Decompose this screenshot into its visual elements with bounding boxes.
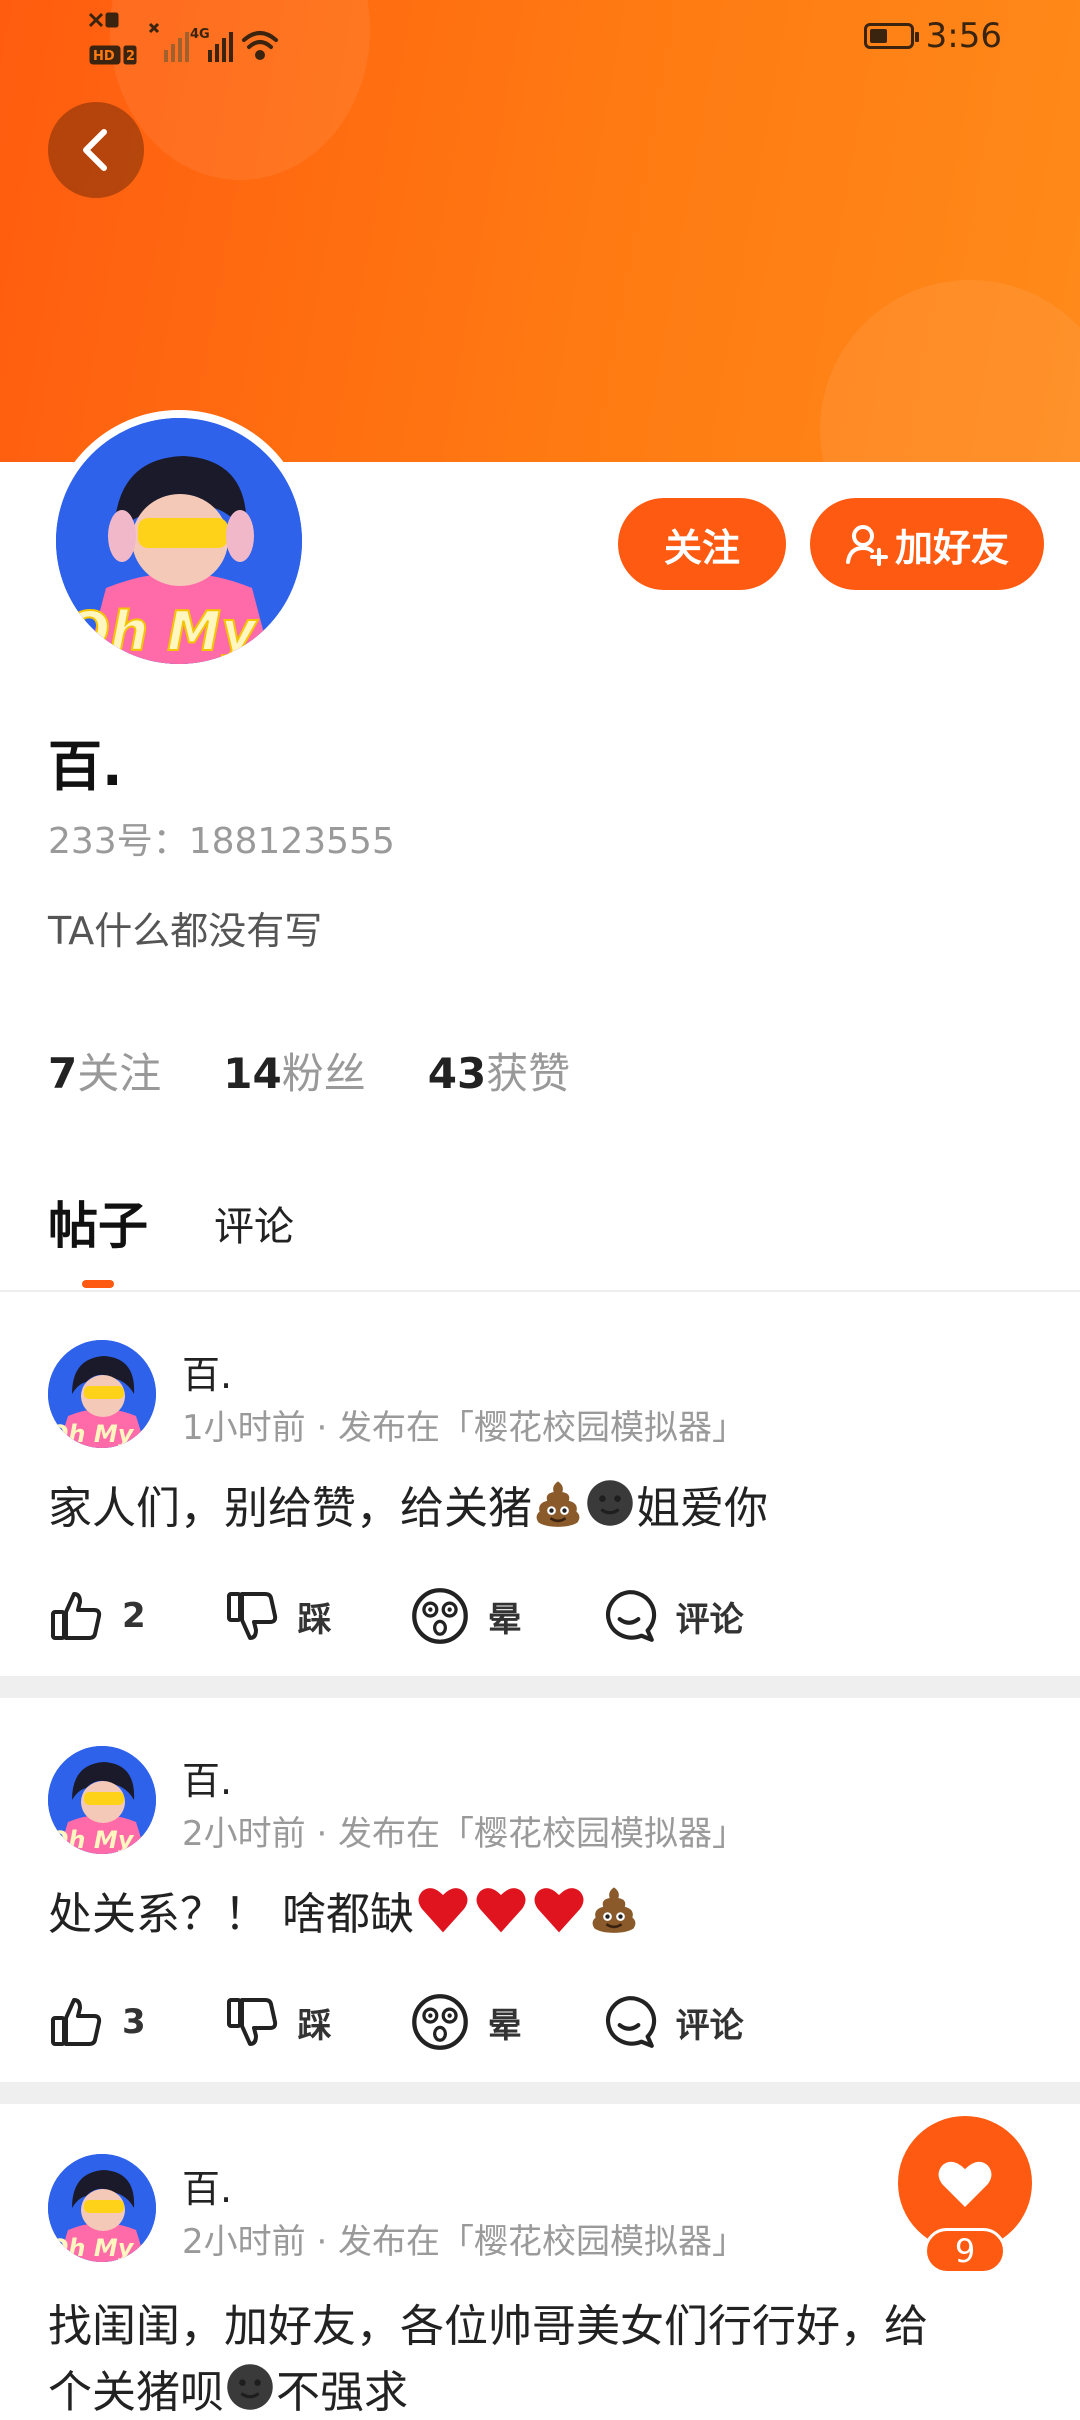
thumbs-down-icon bbox=[224, 1994, 280, 2050]
post-text: 家人们，别给赞，给关猪 bbox=[48, 1483, 532, 1534]
post-meta: 2小时前 · 发布在「樱花校园模拟器」 bbox=[182, 2222, 747, 2262]
post-text: 处关系？！ 啥都缺 bbox=[48, 1889, 414, 1940]
active-tab-indicator bbox=[82, 1280, 114, 1288]
stat-following[interactable]: 7关注 bbox=[48, 1040, 161, 1101]
floating-like-count: 9 bbox=[924, 2228, 1006, 2274]
thumbs-down-icon bbox=[224, 1588, 280, 1644]
like-button[interactable]: 3 bbox=[48, 1994, 146, 2050]
svg-text:Oh My: Oh My bbox=[64, 600, 259, 663]
dislike-label: 踩 bbox=[297, 1599, 332, 1640]
stat-label: 获赞 bbox=[486, 1049, 571, 1098]
post-card[interactable]: 百. 2小时前 · 发布在「樱花校园模拟器」 处关系？！ 啥都缺 3 踩 晕 评… bbox=[0, 1698, 1080, 2078]
comment-bubble-icon bbox=[600, 1587, 658, 1645]
wifi-icon bbox=[242, 31, 278, 60]
stat-number: 43 bbox=[427, 1049, 487, 1098]
avatar-image: Oh My bbox=[56, 418, 302, 664]
user-id: 233号：188123555 bbox=[48, 821, 395, 862]
signal-weak-icon bbox=[148, 22, 189, 62]
chevron-left-icon bbox=[83, 129, 107, 171]
post-content-line: 个关猪呗 不强求 bbox=[48, 2356, 408, 2420]
tab-posts[interactable]: 帖子 bbox=[48, 1186, 148, 1258]
post-author-avatar[interactable] bbox=[48, 2154, 156, 2262]
add-friend-button-label: 加好友 bbox=[894, 525, 1009, 570]
post-text: 不强求 bbox=[276, 2367, 408, 2418]
status-icons-right: 3:56 bbox=[863, 16, 1002, 56]
battery-fill bbox=[869, 29, 887, 43]
add-friend-button[interactable]: 加好友 bbox=[810, 498, 1044, 590]
dislike-button[interactable]: 踩 bbox=[224, 1994, 332, 2050]
post-content-line: 找闺闺，加好友，各位帅哥美女们行行好，给 bbox=[48, 2301, 928, 2352]
new-moon-face-emoji-icon bbox=[584, 1477, 636, 1529]
stat-label: 关注 bbox=[77, 1049, 162, 1098]
stat-likes[interactable]: 43获赞 bbox=[428, 1040, 570, 1101]
dizzy-label: 晕 bbox=[487, 1599, 522, 1640]
comment-button[interactable]: 评论 bbox=[600, 1587, 744, 1645]
profile-bio: TA什么都没有写 bbox=[48, 909, 323, 953]
tab-comments[interactable]: 评论 bbox=[214, 1194, 294, 1252]
post-actions: 2 踩 晕 评论 bbox=[48, 1586, 822, 1646]
post-meta: 2小时前 · 发布在「樱花校园模拟器」 bbox=[182, 1814, 747, 1854]
follow-button-label: 关注 bbox=[663, 525, 740, 570]
stat-number: 14 bbox=[223, 1049, 282, 1098]
post-text: 个关猪呗 bbox=[48, 2367, 224, 2418]
profile-avatar[interactable]: Oh My bbox=[48, 410, 310, 672]
post-separator bbox=[0, 1676, 1080, 1698]
add-user-icon bbox=[845, 525, 888, 566]
post-meta: 1小时前 · 发布在「樱花校园模拟器」 bbox=[182, 1408, 747, 1448]
svg-text:4G: 4G bbox=[190, 27, 210, 42]
poop-emoji-icon bbox=[532, 1477, 584, 1529]
thumbs-up-icon bbox=[48, 1588, 104, 1644]
post-text: 姐爱你 bbox=[636, 1483, 768, 1534]
status-icons-left: HD 2 4G bbox=[86, 10, 326, 70]
poop-emoji-icon bbox=[588, 1883, 640, 1935]
comment-bubble-icon bbox=[600, 1993, 658, 2051]
post-author-avatar[interactable] bbox=[48, 1746, 156, 1854]
battery-icon bbox=[863, 23, 919, 49]
clock: 3:56 bbox=[925, 16, 1002, 56]
dizzy-button[interactable]: 晕 bbox=[410, 1586, 522, 1646]
like-count: 2 bbox=[122, 1596, 146, 1636]
profile-name: 百. bbox=[48, 735, 123, 798]
comment-label: 评论 bbox=[675, 2005, 744, 2046]
follow-button[interactable]: 关注 bbox=[618, 498, 786, 590]
profile-stats: 7关注 14粉丝 43获赞 bbox=[48, 1040, 570, 1101]
thumbs-up-icon bbox=[48, 1994, 104, 2050]
like-count: 3 bbox=[122, 2002, 146, 2042]
svg-text:HD: HD bbox=[93, 49, 115, 64]
stat-followers[interactable]: 14粉丝 bbox=[223, 1040, 365, 1101]
dizzy-button[interactable]: 晕 bbox=[410, 1992, 522, 2052]
stat-label: 粉丝 bbox=[281, 1049, 366, 1098]
stat-number: 7 bbox=[48, 1049, 78, 1098]
profile-header-banner: HD 2 4G 3:56 bbox=[0, 0, 1080, 462]
post-author-name[interactable]: 百. bbox=[182, 1344, 232, 1399]
heart-icon bbox=[938, 2161, 992, 2207]
heart-emoji-icon bbox=[472, 1881, 530, 1937]
comment-label: 评论 bbox=[675, 1599, 744, 1640]
heart-emoji-icon bbox=[530, 1881, 588, 1937]
comment-button[interactable]: 评论 bbox=[600, 1993, 744, 2051]
post-content: 处关系？！ 啥都缺 bbox=[48, 1878, 640, 1942]
banner-decoration bbox=[820, 280, 1080, 462]
post-actions: 3 踩 晕 评论 bbox=[48, 1992, 822, 2052]
dizzy-label: 晕 bbox=[487, 2005, 522, 2046]
status-bar: HD 2 4G 3:56 bbox=[0, 0, 1080, 80]
like-button[interactable]: 2 bbox=[48, 1588, 146, 1644]
post-author-avatar[interactable] bbox=[48, 1340, 156, 1448]
dislike-button[interactable]: 踩 bbox=[224, 1588, 332, 1644]
dizzy-face-icon bbox=[410, 1586, 470, 1646]
svg-text:2: 2 bbox=[126, 49, 135, 64]
dizzy-face-icon bbox=[410, 1992, 470, 2052]
new-moon-face-emoji-icon bbox=[224, 2361, 276, 2413]
post-card[interactable]: 百. 1小时前 · 发布在「樱花校园模拟器」 家人们，别给赞，给关猪 姐爱你 2 … bbox=[0, 1290, 1080, 1670]
heart-emoji-icon bbox=[414, 1881, 472, 1937]
post-content: 家人们，别给赞，给关猪 姐爱你 bbox=[48, 1472, 768, 1536]
post-author-name[interactable]: 百. bbox=[182, 1750, 232, 1805]
back-button[interactable] bbox=[48, 102, 144, 198]
signal-4g-icon bbox=[208, 32, 233, 62]
post-author-name[interactable]: 百. bbox=[182, 2158, 232, 2213]
dislike-label: 踩 bbox=[297, 2005, 332, 2046]
post-separator bbox=[0, 2082, 1080, 2104]
